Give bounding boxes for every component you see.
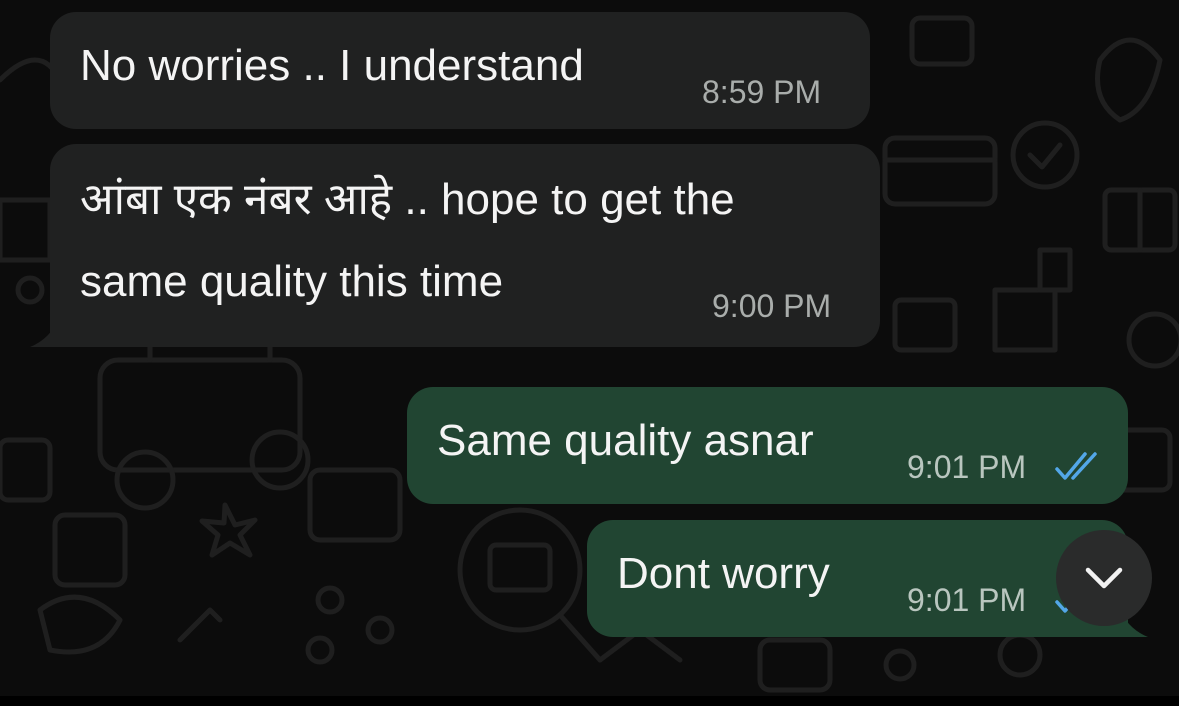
double-check-read-icon — [1055, 452, 1097, 480]
bubble-tail-incoming — [30, 317, 60, 347]
bottom-edge — [0, 696, 1179, 706]
message-text: Same quality asnar — [437, 416, 814, 465]
message-bubble-incoming[interactable]: आंबा एक नंबर आहे .. hope to get the same… — [50, 144, 880, 347]
message-timestamp: 9:01 PM — [907, 582, 1027, 618]
message-text: Dont worry — [617, 549, 830, 598]
message-text: No worries .. I understand — [80, 41, 584, 90]
message-text-line-1: आंबा एक नंबर आहे .. hope to get the — [80, 175, 735, 224]
message-text-line-2: same quality this time — [80, 257, 504, 306]
message-timestamp: 9:01 PM — [907, 449, 1027, 485]
message-timestamp: 9:00 PM — [712, 288, 832, 324]
message-bubble-outgoing[interactable]: Same quality asnar 9:01 PM — [407, 387, 1128, 504]
message-bubble-outgoing[interactable]: Dont worry 9:01 PM — [587, 520, 1128, 637]
chat-view[interactable]: No worries .. I understand 8:59 PM आंबा … — [0, 0, 1179, 706]
chevron-down-icon — [1085, 567, 1123, 589]
message-timestamp: 8:59 PM — [702, 74, 822, 110]
scroll-to-bottom-button[interactable] — [1056, 530, 1152, 626]
message-bubble-incoming[interactable]: No worries .. I understand 8:59 PM — [50, 12, 870, 129]
